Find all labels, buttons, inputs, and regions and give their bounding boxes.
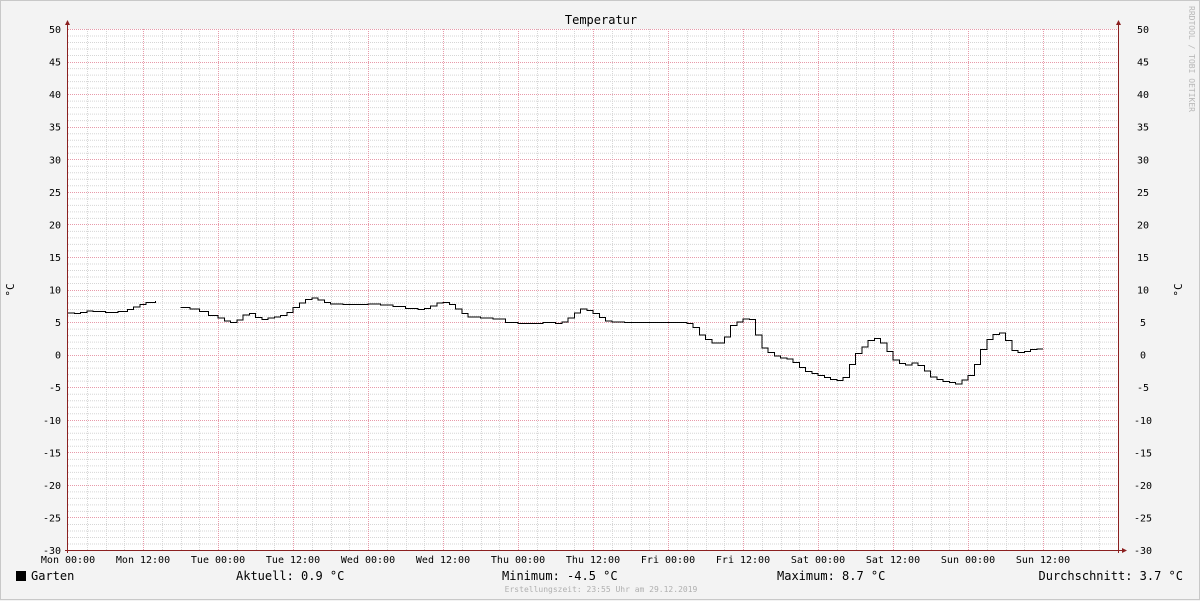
y-tick-label-left: -25	[43, 513, 61, 524]
y-tick-labels-right: -30 -25 -20 -15 -10 -5 0 5 10 15 20 25 30 35 40 45 50	[1134, 25, 1152, 557]
legend-swatch	[16, 571, 26, 581]
y-tick-label-right: -30	[1134, 546, 1152, 557]
y-tick-label-left: 10	[49, 286, 61, 297]
x-tick-label: Fri 12:00	[716, 555, 770, 566]
watermark: RRDTOOL / TOBI OETIKER	[1187, 6, 1196, 112]
y-tick-label-right: 20	[1137, 220, 1149, 231]
y-tick-labels-left: -30-25-20-15-10-505101520253035404550	[43, 25, 61, 557]
y-tick-label-right: 30	[1137, 155, 1149, 166]
y-axis-arrow-right	[1116, 20, 1121, 25]
temperature-chart: -30-25-20-15-10-505101520253035404550 -3…	[4, 6, 1196, 566]
chart-frame: -30 -25 -20 -15 -10 -5 0 5 10 15 20 25 30 35 40 45 50 -3…	[0, 0, 1200, 600]
stat-minimum: Minimum: -4.5 °C	[502, 569, 618, 583]
y-tick-label-left: -10	[43, 416, 61, 427]
y-tick-label-right: 40	[1137, 90, 1149, 101]
y-axis-label-left: °C	[4, 283, 17, 296]
x-tick-label: Wed 00:00	[341, 555, 395, 566]
y-tick-label-right: 15	[1137, 253, 1149, 264]
x-tick-label: Tue 00:00	[191, 555, 245, 566]
y-tick-label-right: -5	[1137, 383, 1149, 394]
y-tick-label-left: 0	[55, 351, 61, 362]
y-tick-label-left: 20	[49, 220, 61, 231]
y-tick-label-left: -5	[49, 383, 61, 394]
y-tick-label-right: -15	[1134, 448, 1152, 459]
y-axis-arrow-left	[65, 20, 70, 25]
y-tick-label-left: 40	[49, 90, 61, 101]
y-tick-label-right: 25	[1137, 188, 1149, 199]
y-tick-label-left: 35	[49, 123, 61, 134]
x-tick-label: Tue 12:00	[266, 555, 320, 566]
x-tick-label: Sun 00:00	[941, 555, 995, 566]
creation-timestamp: Erstellungszeit: 23:55 Uhr am 29.12.2019	[504, 585, 698, 594]
x-tick-label: Mon 12:00	[116, 555, 170, 566]
y-tick-label-right: 10	[1137, 286, 1149, 297]
y-tick-label-left: 45	[49, 58, 61, 69]
y-tick-label-right: 35	[1137, 123, 1149, 134]
stat-current: Aktuell: 0.9 °C	[236, 569, 345, 583]
x-tick-label: Sat 00:00	[791, 555, 845, 566]
y-tick-label-left: 30	[49, 155, 61, 166]
x-tick-label: Thu 00:00	[491, 555, 545, 566]
x-tick-label: Sat 12:00	[866, 555, 920, 566]
y-tick-label-right: 0	[1140, 351, 1146, 362]
y-tick-label-right: -10	[1134, 416, 1152, 427]
x-tick-label: Sun 12:00	[1016, 555, 1070, 566]
y-axis-label-right: °C	[1172, 283, 1185, 296]
y-tick-label-left: 25	[49, 188, 61, 199]
x-tick-label: Wed 12:00	[416, 555, 470, 566]
chart-title: Temperatur	[565, 13, 637, 27]
stat-average: Durchschnitt: 3.7 °C	[1038, 569, 1184, 583]
y-tick-label-right: -20	[1134, 481, 1152, 492]
y-tick-label-left: 5	[55, 318, 61, 329]
x-axis-arrow	[1122, 548, 1127, 553]
x-tick-label: Thu 12:00	[566, 555, 620, 566]
legend-entry-garten: Garten	[16, 568, 74, 584]
y-tick-label-right: -25	[1134, 513, 1152, 524]
y-tick-label-right: 45	[1137, 58, 1149, 69]
y-tick-label-left: 50	[49, 25, 61, 36]
stat-maximum: Maximum: 8.7 °C	[777, 569, 886, 583]
y-tick-label-right: 50	[1137, 25, 1149, 36]
x-tick-labels: Mon 00:00 Mon 12:00 Tue 00:00 Tue 12:00 Wed …	[41, 555, 1070, 566]
legend-series-name: Garten	[31, 569, 75, 583]
y-tick-label-left: -20	[43, 481, 61, 492]
y-tick-label-left: -15	[43, 448, 61, 459]
x-tick-label: Mon 00:00	[41, 555, 95, 566]
x-tick-label: Fri 00:00	[641, 555, 695, 566]
y-tick-label-left: 15	[49, 253, 61, 264]
y-tick-label-right: 5	[1140, 318, 1146, 329]
